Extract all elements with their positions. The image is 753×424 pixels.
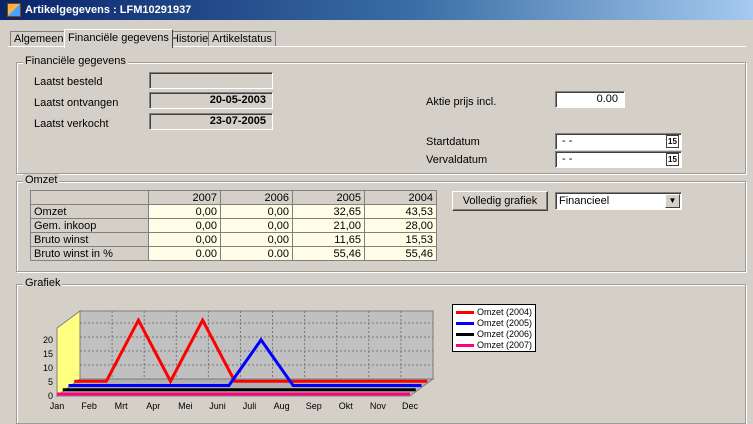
legend-label: Omzet (2007) <box>477 340 533 350</box>
x-tick-label: Mei <box>178 401 193 411</box>
x-tick-label: Mrt <box>115 401 128 411</box>
legend-label: Omzet (2004) <box>477 307 533 317</box>
x-tick-label: Feb <box>81 401 97 411</box>
y-tick-label: 0 <box>48 391 53 401</box>
legend-swatch <box>456 311 474 315</box>
legend-label: Omzet (2006) <box>477 329 533 339</box>
x-tick-label: Sep <box>306 401 322 411</box>
omzet-chart: 0 5 10 15 20 Jan Feb Mrt Apr Mei Juni Juli Aug Sep Okt… <box>43 310 435 411</box>
x-tick-label: Apr <box>146 401 160 411</box>
x-tick-label: Juli <box>243 401 257 411</box>
tab-financiele-gegevens[interactable]: Financiële gegevens <box>64 29 173 48</box>
chart-frame <box>55 310 435 397</box>
legend-item: Omzet (2006) <box>456 329 532 340</box>
y-tick-label: 15 <box>43 349 53 359</box>
y-tick-label: 20 <box>43 335 53 345</box>
x-tick-label: Nov <box>370 401 387 411</box>
legend-label: Omzet (2005) <box>477 318 533 328</box>
x-tick-label: Jan <box>50 401 65 411</box>
chart-legend: Omzet (2004) Omzet (2005) Omzet (2006) O… <box>452 304 536 352</box>
y-tick-label: 10 <box>43 363 53 373</box>
y-tick-label: 5 <box>48 377 53 387</box>
x-tick-label: Juni <box>209 401 226 411</box>
legend-swatch <box>456 322 474 326</box>
legend-item: Omzet (2005) <box>456 318 532 329</box>
legend-item: Omzet (2004) <box>456 307 532 318</box>
legend-swatch <box>456 333 474 337</box>
legend-swatch <box>456 344 474 348</box>
x-tick-label: Okt <box>339 401 354 411</box>
x-tick-label: Aug <box>274 401 290 411</box>
legend-item: Omzet (2007) <box>456 340 532 351</box>
x-tick-label: Dec <box>402 401 419 411</box>
